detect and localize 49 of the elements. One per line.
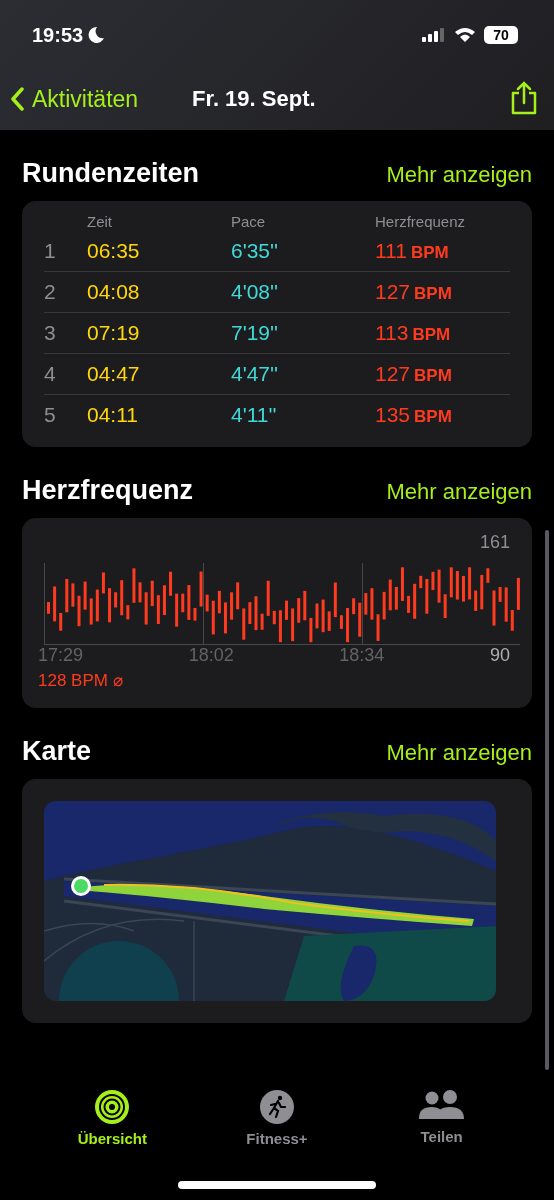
column-header: Pace <box>231 213 267 231</box>
lap-heart-rate: 127 BPM <box>375 361 453 387</box>
chevron-left-icon <box>10 87 24 111</box>
lap-number: 2 <box>44 279 57 305</box>
rings-icon <box>95 1090 130 1124</box>
time-label: 17:29 <box>38 645 85 666</box>
nav-title: Fr. 19. Sept. <box>192 86 317 112</box>
lap-time: 04:47 <box>87 361 141 387</box>
wifi-icon <box>454 27 476 43</box>
lap-pace: 4'47'' <box>231 361 280 387</box>
lap-heart-rate: 111 BPM <box>375 238 450 264</box>
tab[interactable]: Teilen <box>381 1090 502 1147</box>
time-label: 18:34 <box>339 645 386 666</box>
section-title: Karte <box>22 736 92 767</box>
lap-pace: 4'11'' <box>231 402 278 428</box>
tab[interactable]: Fitness+ <box>217 1090 337 1147</box>
min-value: 90 <box>489 645 510 666</box>
lap-heart-rate: 135 BPM <box>375 402 453 428</box>
lap-pace: 7'19'' <box>231 320 280 346</box>
lap-number: 1 <box>44 238 57 264</box>
max-value: 161 <box>479 532 510 553</box>
runner-icon <box>260 1090 294 1124</box>
lap-pace: 6'35'' <box>231 238 280 264</box>
battery-level: 70 <box>484 26 518 44</box>
lap-number: 3 <box>44 320 57 346</box>
average-heart-rate: 128 BPM ⌀ <box>38 670 124 691</box>
time-label: 18:02 <box>188 645 235 666</box>
lap-pace: 4'08'' <box>231 279 280 305</box>
lap-time: 06:35 <box>87 238 141 264</box>
lap-time: 07:19 <box>87 320 141 346</box>
lap-heart-rate: 113 BPM <box>375 320 452 346</box>
people-icon <box>418 1090 465 1122</box>
signal-icon <box>422 28 446 42</box>
section-title: Herzfrequenz <box>22 475 194 506</box>
more-link[interactable]: Mehr anzeigen <box>386 162 532 188</box>
moon-icon <box>87 26 106 44</box>
tab[interactable]: Übersicht <box>52 1090 173 1147</box>
lap-time: 04:08 <box>87 279 141 305</box>
column-header: Herzfrequenz <box>375 213 467 231</box>
status-time: 19:53 <box>32 23 106 47</box>
lap-number: 4 <box>44 361 57 387</box>
back-button[interactable]: Aktivitäten <box>10 85 139 113</box>
column-header: Zeit <box>87 213 113 231</box>
lap-heart-rate: 127 BPM <box>375 279 453 305</box>
more-link[interactable]: Mehr anzeigen <box>386 740 532 766</box>
section-title: Rundenzeiten <box>22 158 199 189</box>
more-link[interactable]: Mehr anzeigen <box>386 479 532 505</box>
lap-time: 04:11 <box>87 402 139 428</box>
lap-number: 5 <box>44 402 57 428</box>
